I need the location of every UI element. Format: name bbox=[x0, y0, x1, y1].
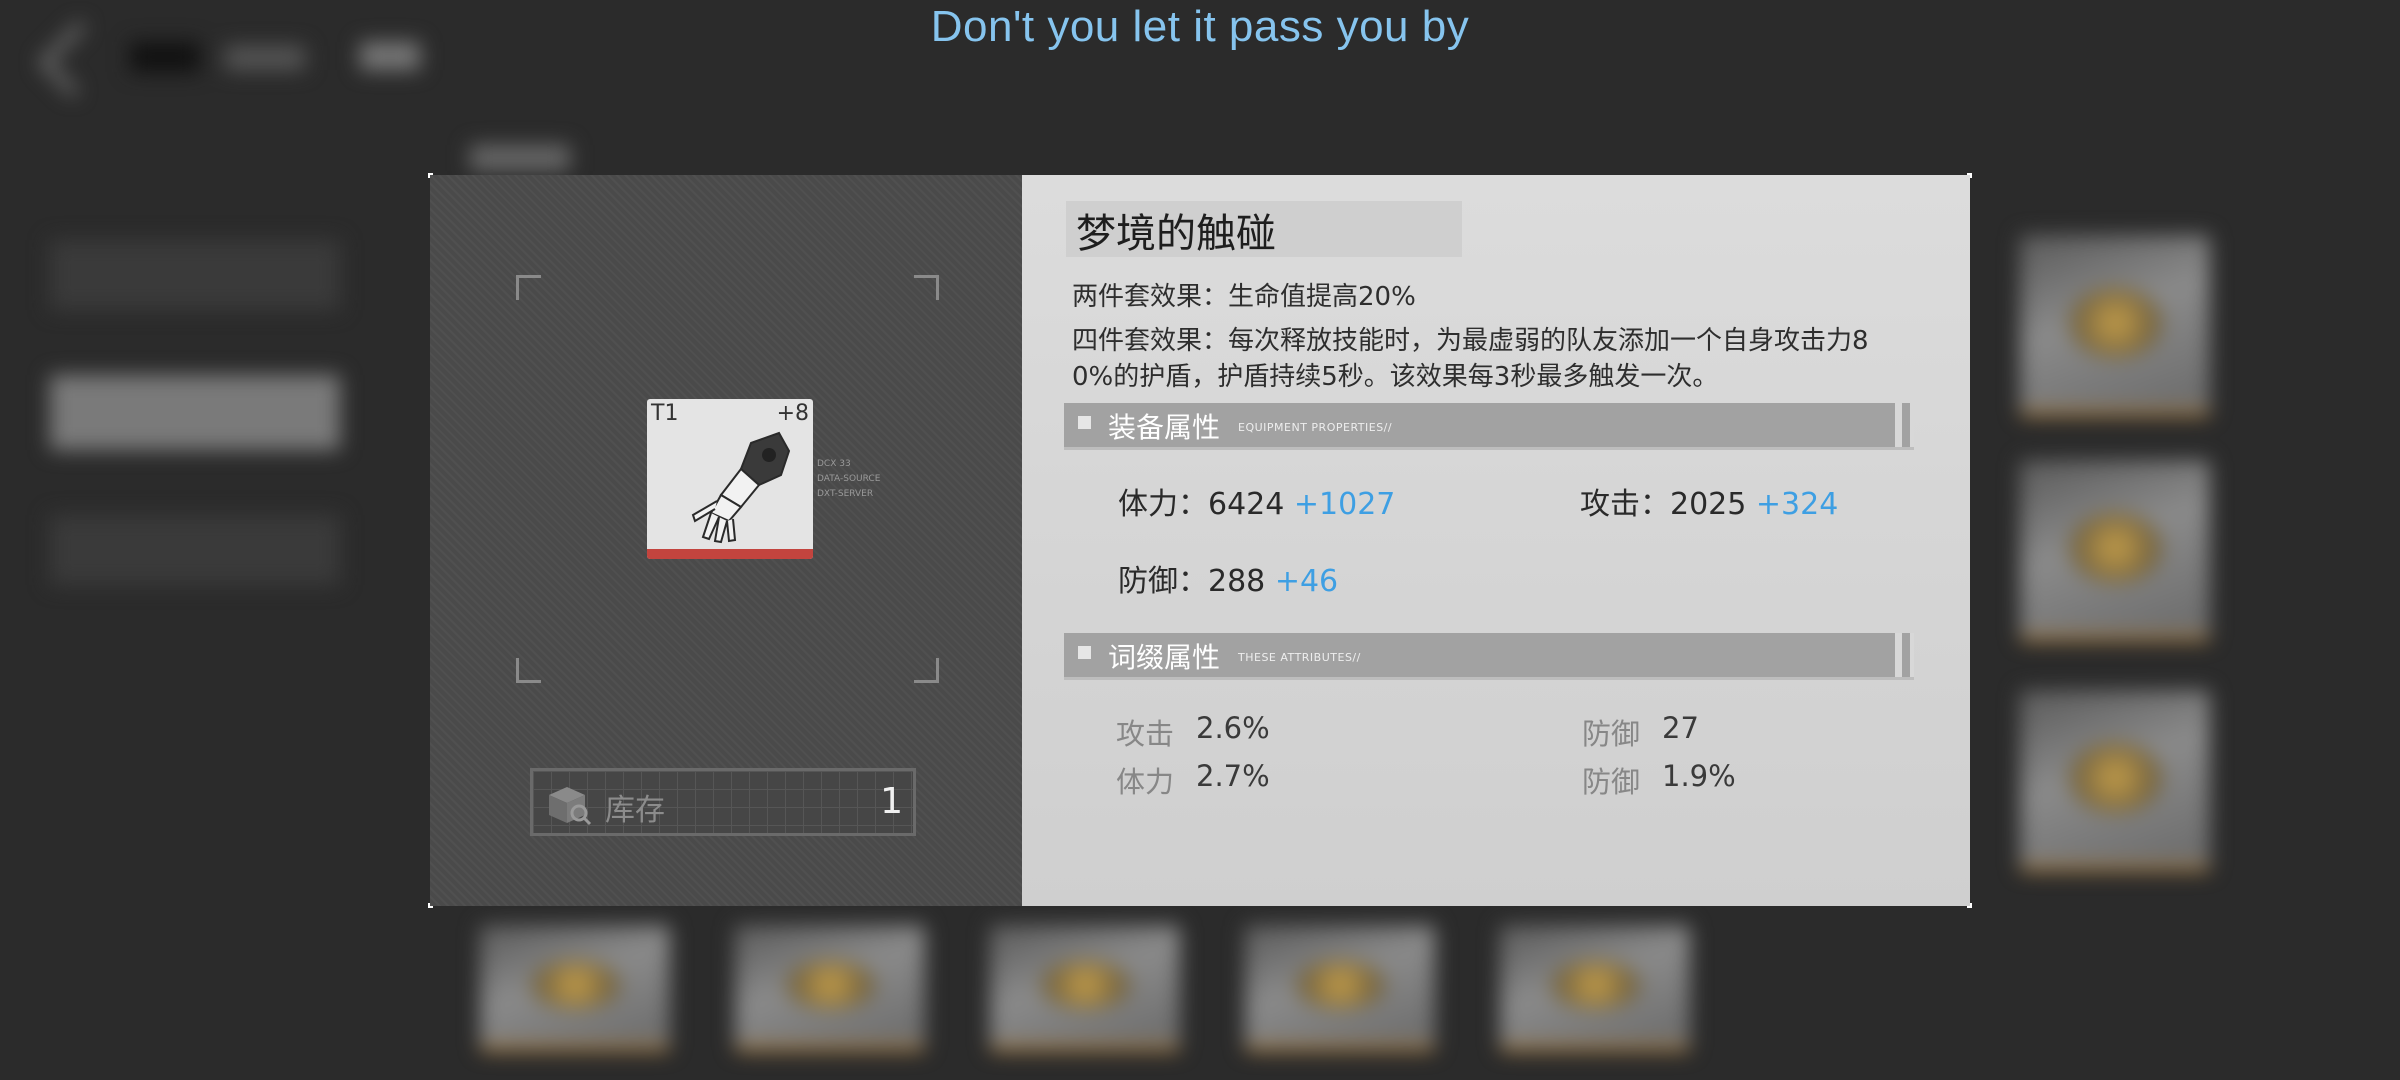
stock-count: 1 bbox=[880, 781, 903, 822]
frame-corner bbox=[516, 275, 541, 300]
four-piece-effect-line1: 四件套效果：每次释放技能时，为最虚弱的队友添加一个自身攻击力8 bbox=[1072, 326, 1869, 356]
blurred-sidebar-item bbox=[50, 375, 340, 450]
blurred-thumbnail bbox=[2020, 690, 2210, 871]
item-card[interactable]: T1 +8 bbox=[647, 399, 813, 559]
stat-bonus: +46 bbox=[1274, 564, 1339, 599]
frame-corner bbox=[516, 658, 541, 683]
header-end-marker bbox=[1910, 633, 1914, 677]
square-icon bbox=[1078, 646, 1091, 659]
blurred-tab bbox=[470, 145, 570, 171]
section-title: 装备属性 bbox=[1108, 411, 1221, 444]
micro-text-line: DCX 33 bbox=[817, 459, 851, 469]
stock-box: 库存 1 bbox=[530, 768, 916, 836]
stat-label: 防御：288 bbox=[1118, 564, 1266, 599]
blurred-thumbnail bbox=[1500, 925, 1690, 1051]
blurred-thumbnail bbox=[735, 925, 925, 1051]
subtitle-caption: Don't you let it pass you by bbox=[930, 2, 1470, 51]
frame-corner bbox=[914, 658, 939, 683]
two-piece-effect: 两件套效果：生命值提高20% bbox=[1072, 282, 1416, 312]
item-info-panel: 梦境的触碰 两件套效果：生命值提高20% 四件套效果：每次释放技能时，为最虚弱的… bbox=[1022, 175, 1970, 906]
affix-key: 攻击 bbox=[1116, 717, 1175, 751]
blurred-sidebar-item bbox=[50, 240, 340, 310]
section-subtitle: THESE ATTRIBUTES// bbox=[1238, 651, 1361, 664]
affix-properties-header: 词缀属性 THESE ATTRIBUTES// bbox=[1064, 633, 1914, 680]
rarity-bar bbox=[647, 549, 813, 559]
affix-value: 27 bbox=[1662, 711, 1699, 745]
blurred-thumbnail bbox=[480, 925, 670, 1051]
header-end-marker bbox=[1895, 633, 1902, 677]
box-search-icon bbox=[549, 787, 592, 826]
mechanical-gauntlet-icon bbox=[691, 431, 791, 544]
item-micro-text: DCX 33 DATA-SOURCE DXT-SERVER bbox=[817, 457, 880, 502]
header-end-marker bbox=[1910, 403, 1914, 447]
equipment-properties-header: 装备属性 EQUIPMENT PROPERTIES// bbox=[1064, 403, 1914, 450]
stat-label: 体力：6424 bbox=[1118, 487, 1285, 522]
blurred-thumbnail bbox=[1245, 925, 1435, 1051]
stat-hp: 体力：6424 +1027 bbox=[1118, 479, 1395, 523]
item-level: +8 bbox=[776, 401, 809, 426]
equipment-detail-modal: T1 +8 DCX 33 DATA-SOURCE DXT-SERVER 库存 1… bbox=[428, 173, 1972, 908]
affix-key: 防御 bbox=[1582, 765, 1641, 799]
item-preview-panel: T1 +8 DCX 33 DATA-SOURCE DXT-SERVER 库存 1 bbox=[430, 175, 1022, 906]
stat-bonus: +1027 bbox=[1293, 487, 1396, 522]
square-icon bbox=[1078, 416, 1091, 429]
stat-bonus: +324 bbox=[1755, 487, 1839, 522]
affix-value: 2.7% bbox=[1196, 759, 1270, 793]
affix-key: 体力 bbox=[1116, 765, 1175, 799]
micro-text-line: DATA-SOURCE bbox=[817, 474, 881, 484]
stat-attack: 攻击：2025 +324 bbox=[1580, 479, 1838, 523]
blurred-thumbnail bbox=[990, 925, 1180, 1051]
blurred-sidebar-item bbox=[50, 515, 340, 585]
frame-corner bbox=[914, 275, 939, 300]
header-end-marker bbox=[1895, 403, 1902, 447]
affix-value: 2.6% bbox=[1196, 711, 1270, 745]
blurred-thumbnail bbox=[2020, 460, 2210, 641]
four-piece-effect-line2: 0%的护盾，护盾持续5秒。该效果每3秒最多触发一次。 bbox=[1072, 362, 1719, 392]
stock-label: 库存 bbox=[605, 793, 665, 828]
stat-defense: 防御：288 +46 bbox=[1118, 556, 1338, 600]
blurred-thumbnail bbox=[2020, 235, 2210, 416]
section-subtitle: EQUIPMENT PROPERTIES// bbox=[1238, 421, 1393, 434]
micro-text-line: DXT-SERVER bbox=[817, 489, 874, 499]
item-tier: T1 bbox=[651, 401, 679, 426]
stat-label: 攻击：2025 bbox=[1580, 487, 1747, 522]
affix-value: 1.9% bbox=[1662, 759, 1736, 793]
set-name: 梦境的触碰 bbox=[1076, 211, 1276, 257]
section-title: 词缀属性 bbox=[1108, 641, 1221, 674]
affix-key: 防御 bbox=[1582, 717, 1641, 751]
